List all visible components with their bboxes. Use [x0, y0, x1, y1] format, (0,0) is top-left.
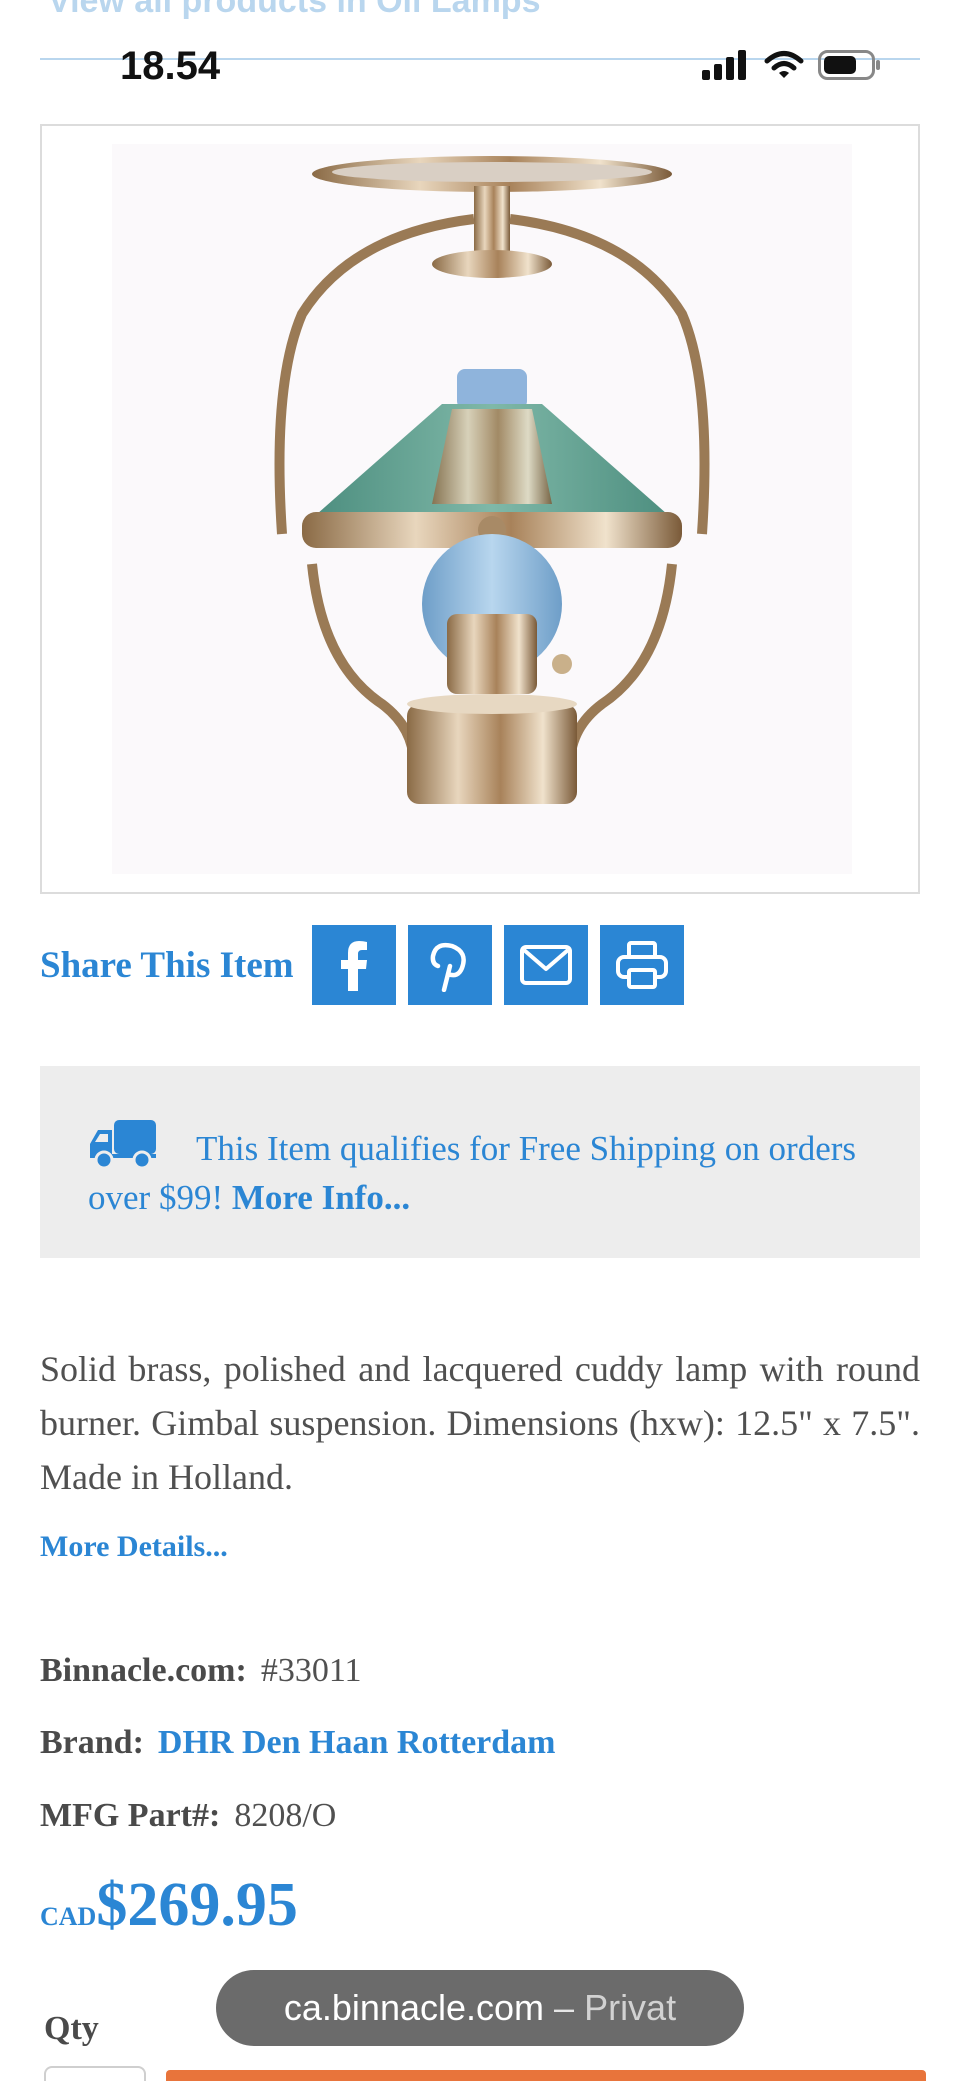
price: CAD$269.95 [40, 1870, 298, 1941]
free-shipping-notice: This Item qualifies for Free Shipping on… [40, 1066, 920, 1258]
brand-link[interactable]: DHR Den Haan Rotterdam [158, 1724, 556, 1761]
mfg-part-value: 8208/O [234, 1797, 337, 1834]
status-icons [702, 50, 882, 80]
shipping-text: This Item qualifies for Free Shipping on… [88, 1124, 888, 1222]
mail-icon [519, 945, 572, 985]
shipping-message: This Item qualifies for Free Shipping on… [88, 1129, 857, 1217]
brand-label: Brand: [40, 1724, 144, 1761]
share-row: Share This Item [40, 925, 696, 1005]
sku-row: Binnacle.com: #33011 [40, 1652, 362, 1690]
facebook-icon [340, 941, 367, 991]
mfg-part-row: MFG Part#: 8208/O [40, 1797, 336, 1835]
status-bar: View all products in Oil Lamps 18.54 [0, 0, 960, 120]
oil-lamp-illustration [112, 144, 852, 874]
print-share-button[interactable] [599, 925, 684, 1005]
sku-label: Binnacle.com: [40, 1652, 247, 1689]
battery-icon [818, 50, 880, 80]
signal-icon [702, 50, 746, 80]
price-currency: CAD [40, 1902, 97, 1931]
url-domain: ca.binnacle.com [283, 1987, 545, 2028]
sku-value: #33011 [260, 1652, 362, 1689]
more-details-link[interactable]: More Details... [40, 1530, 228, 1564]
qty-label: Qty [44, 2010, 99, 2047]
pinterest-share-button[interactable] [407, 925, 492, 1005]
more-info-link[interactable]: More Info... [232, 1178, 410, 1217]
price-amount: $269.95 [96, 1871, 298, 1939]
private-mode-label: Privat [584, 1987, 677, 2028]
share-label: Share This Item [40, 944, 294, 986]
pinterest-icon [430, 942, 466, 992]
print-icon [615, 941, 668, 989]
wifi-icon [764, 51, 804, 78]
url-separator: – [554, 1987, 575, 2028]
add-to-cart-button[interactable] [166, 2070, 926, 2081]
mfg-part-label: MFG Part#: [40, 1797, 221, 1834]
product-description: Solid brass, polished and lacquered cudd… [40, 1349, 920, 1497]
quantity-input[interactable] [44, 2066, 146, 2081]
brand-row: Brand: DHR Den Haan Rotterdam [40, 1724, 556, 1762]
email-share-button[interactable] [503, 925, 588, 1005]
facebook-share-button[interactable] [311, 925, 396, 1005]
view-all-products-link[interactable]: View all products in Oil Lamps [48, 0, 541, 21]
browser-address-pill[interactable]: ca.binnacle.com – Privat [216, 1970, 744, 2046]
status-time: 18.54 [120, 44, 221, 88]
product-image[interactable] [40, 124, 920, 894]
